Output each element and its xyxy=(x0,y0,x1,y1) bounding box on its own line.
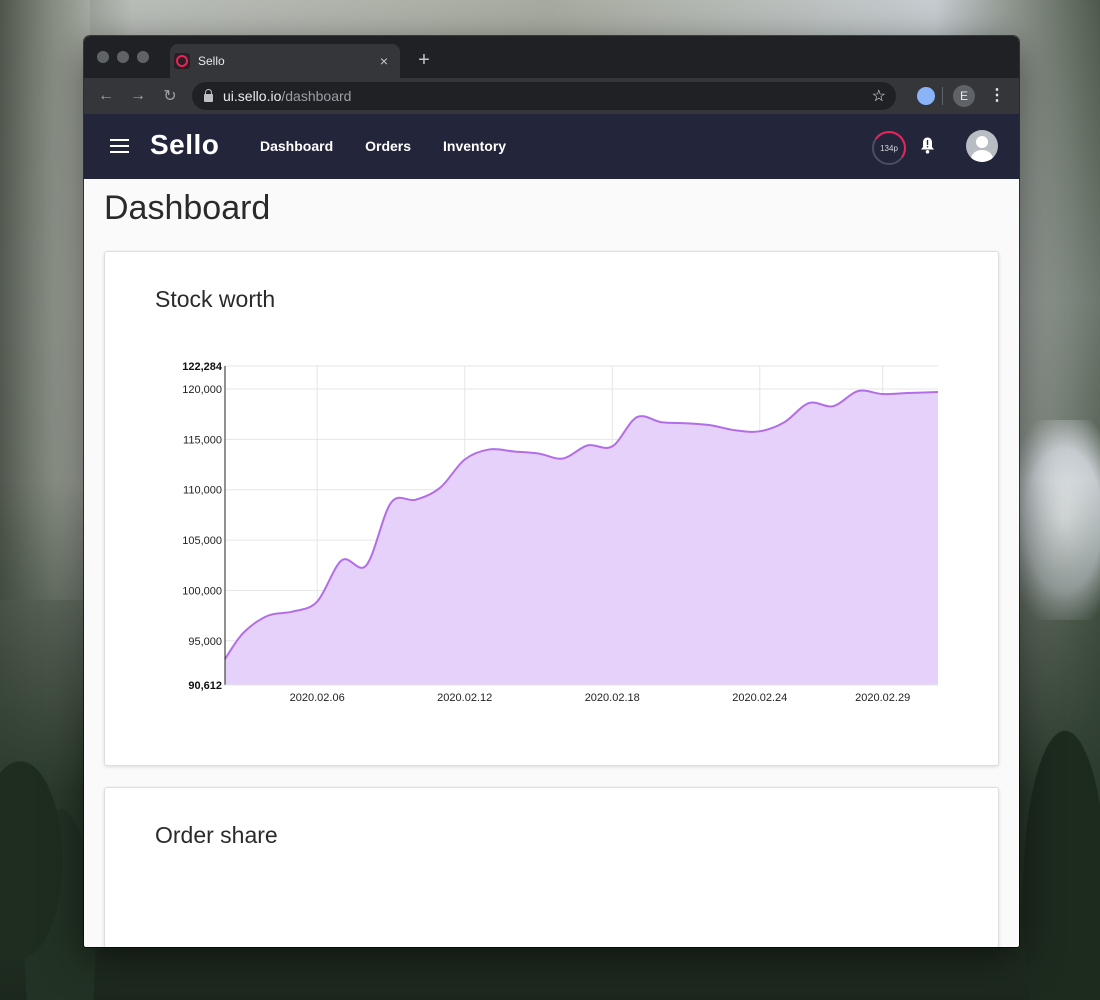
toolbar-divider xyxy=(942,87,943,105)
y-max-label: 122,284 xyxy=(182,361,223,373)
back-arrow-icon[interactable]: ← xyxy=(90,87,122,105)
url-path: /dashboard xyxy=(281,88,352,104)
browser-window: Sello × + ← → ↻ ui.sello.io/dashboard ☆ … xyxy=(84,36,1019,947)
window-controls xyxy=(97,51,149,63)
profile-button[interactable]: E xyxy=(953,85,975,107)
y-tick-label: 110,000 xyxy=(183,485,222,497)
x-tick-label: 2020.02.24 xyxy=(732,692,787,704)
browser-tab[interactable]: Sello × xyxy=(170,44,400,78)
browser-titlebar: Sello × + xyxy=(84,36,1019,78)
hamburger-menu-icon[interactable] xyxy=(110,139,129,157)
points-badge[interactable]: 134p xyxy=(872,131,906,165)
lock-icon xyxy=(204,89,213,102)
browser-toolbar: ← → ↻ ui.sello.io/dashboard ☆ E ⋮ xyxy=(84,78,1019,114)
y-tick-label: 105,000 xyxy=(182,535,222,547)
close-window-button[interactable] xyxy=(97,51,109,63)
app-header: Sello Dashboard Orders Inventory 134p xyxy=(84,114,1019,179)
order-share-card: Order share xyxy=(104,787,999,947)
page-title: Dashboard xyxy=(104,189,271,227)
stock-worth-chart: 95,000 100,000 105,000 110,000 115,000 120,00… xyxy=(182,361,939,704)
y-tick-label: 95,000 xyxy=(188,636,222,648)
y-tick-label: 120,000 xyxy=(182,384,222,396)
tab-title: Sello xyxy=(198,54,225,68)
maximize-window-button[interactable] xyxy=(137,51,149,63)
stock-worth-area xyxy=(225,390,938,685)
reload-icon[interactable]: ↻ xyxy=(154,86,186,106)
extension-icon[interactable] xyxy=(917,87,935,105)
nav-link-orders[interactable]: Orders xyxy=(365,138,411,154)
url-host: ui.sello.io xyxy=(223,88,282,104)
stock-worth-card: Stock worth 95,000 100,000 105,000 110,000 1… xyxy=(104,251,999,766)
sello-favicon-icon xyxy=(174,53,190,69)
brand-logo[interactable]: Sello xyxy=(150,129,219,161)
browser-menu-icon[interactable]: ⋮ xyxy=(989,85,1005,105)
x-tick-label: 2020.02.29 xyxy=(855,692,910,704)
x-tick-label: 2020.02.06 xyxy=(290,692,345,704)
x-tick-label: 2020.02.18 xyxy=(585,692,640,704)
tab-close-icon[interactable]: × xyxy=(374,53,394,69)
notification-bell-icon[interactable] xyxy=(920,137,935,154)
y-tick-label: 100,000 xyxy=(182,585,222,597)
main-nav: Dashboard Orders Inventory xyxy=(260,138,538,154)
x-tick-label: 2020.02.12 xyxy=(437,692,492,704)
minimize-window-button[interactable] xyxy=(117,51,129,63)
nav-link-inventory[interactable]: Inventory xyxy=(443,138,506,154)
forward-arrow-icon[interactable]: → xyxy=(122,87,154,105)
bookmark-star-icon[interactable]: ☆ xyxy=(872,86,886,106)
y-min-label: 90,612 xyxy=(188,680,222,692)
user-avatar[interactable] xyxy=(966,130,998,162)
nav-link-dashboard[interactable]: Dashboard xyxy=(260,138,333,154)
address-bar[interactable]: ui.sello.io/dashboard ☆ xyxy=(192,82,896,110)
y-tick-label: 115,000 xyxy=(183,434,222,446)
order-share-title: Order share xyxy=(155,822,278,848)
new-tab-button[interactable]: + xyxy=(414,48,434,72)
